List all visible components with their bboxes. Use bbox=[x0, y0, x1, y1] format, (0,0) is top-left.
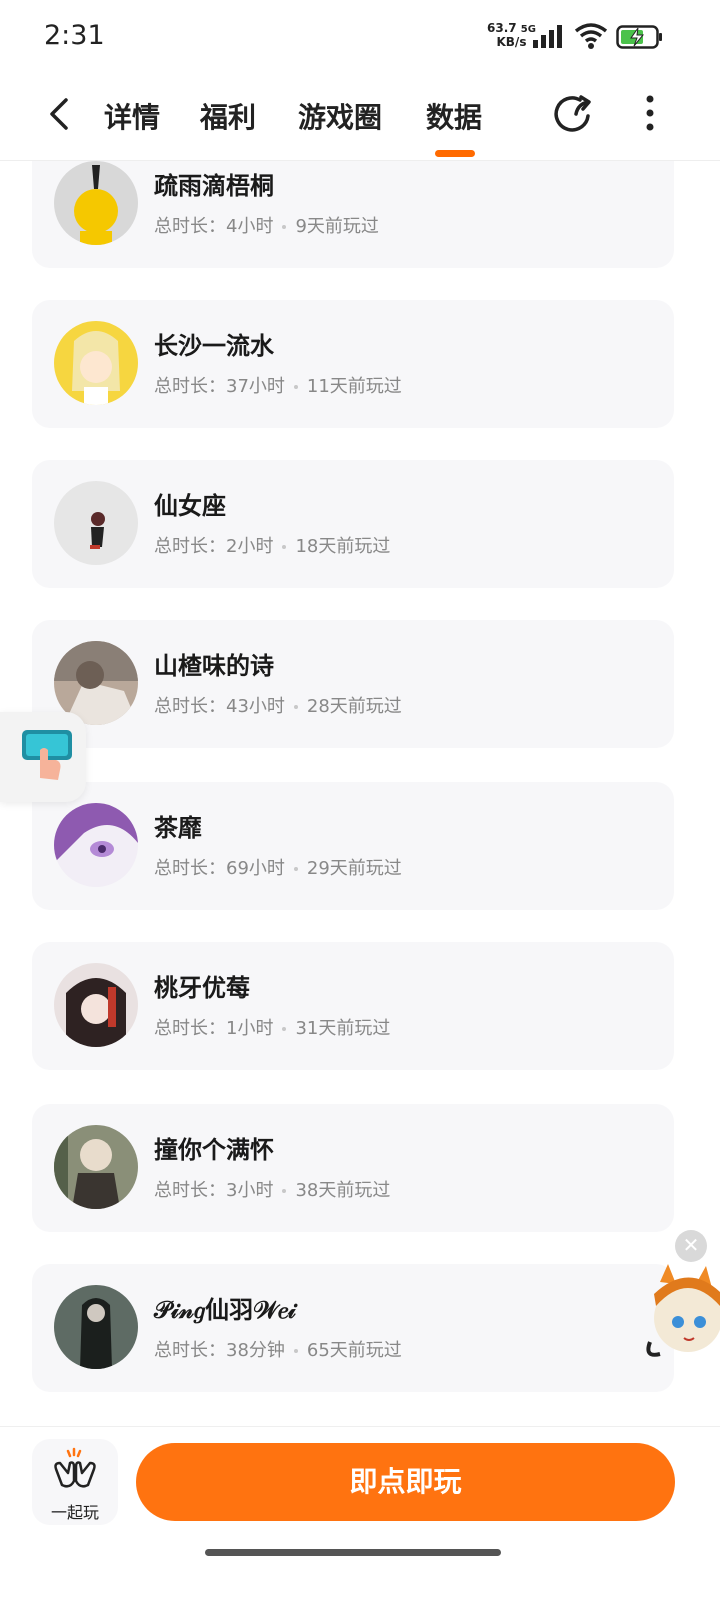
more-options-icon[interactable] bbox=[640, 94, 660, 134]
player-name: 山楂味的诗 bbox=[154, 652, 274, 680]
active-tab-indicator bbox=[435, 150, 475, 157]
avatar bbox=[54, 1285, 138, 1369]
wifi-icon bbox=[574, 23, 608, 49]
player-meta: 总时长：38分钟 65天前玩过 bbox=[154, 1340, 402, 1361]
list-item[interactable]: 茶靡 总时长：69小时 29天前玩过 bbox=[32, 782, 674, 910]
clapping-hands-icon bbox=[54, 1447, 96, 1488]
player-name: 撞你个满怀 bbox=[154, 1136, 274, 1164]
avatar bbox=[54, 803, 138, 887]
avatar bbox=[54, 963, 138, 1047]
avatar bbox=[54, 161, 138, 245]
top-nav: 详情 福利 游戏圈 数据 bbox=[0, 78, 720, 161]
list-item[interactable]: 𝒫𝒾𝓃𝑔仙羽𝒲𝑒𝒾 总时长：38分钟 65天前玩过 bbox=[32, 1264, 674, 1392]
tab-data[interactable]: 数据 bbox=[426, 96, 482, 136]
player-meta: 总时长：2小时 18天前玩过 bbox=[154, 536, 391, 557]
list-item[interactable]: 撞你个满怀 总时长：3小时 38天前玩过 bbox=[32, 1104, 674, 1232]
list-item[interactable]: 仙女座 总时长：2小时 18天前玩过 bbox=[32, 460, 674, 588]
signal-icon bbox=[533, 25, 562, 48]
player-name: 长沙一流水 bbox=[154, 332, 274, 360]
player-meta: 总时长：1小时 31天前玩过 bbox=[154, 1018, 391, 1039]
home-indicator[interactable] bbox=[205, 1549, 501, 1556]
player-meta: 总时长：4小时 9天前玩过 bbox=[154, 216, 379, 237]
play-together-label: 一起玩 bbox=[50, 1503, 99, 1522]
avatar bbox=[54, 1125, 138, 1209]
share-icon[interactable] bbox=[550, 92, 594, 136]
clock: 2:31 bbox=[44, 20, 105, 51]
player-name: 疏雨滴梧桐 bbox=[154, 172, 274, 200]
mascot-widget[interactable] bbox=[640, 1262, 720, 1380]
network-speed: 63.7 5G KB/s bbox=[487, 21, 536, 49]
touch-screen-icon bbox=[22, 730, 72, 780]
player-meta: 总时长：37小时 11天前玩过 bbox=[154, 376, 402, 397]
tab-details[interactable]: 详情 bbox=[104, 96, 160, 136]
battery-charging-icon bbox=[616, 25, 662, 49]
avatar bbox=[54, 481, 138, 565]
status-bar: 2:31 63.7 5G KB/s bbox=[0, 0, 720, 78]
tab-game-circle[interactable]: 游戏圈 bbox=[298, 96, 382, 136]
avatar bbox=[54, 321, 138, 405]
close-mascot-icon[interactable]: ✕ bbox=[675, 1230, 707, 1262]
list-item[interactable]: 长沙一流水 总时长：37小时 11天前玩过 bbox=[32, 300, 674, 428]
player-name: 茶靡 bbox=[154, 814, 202, 842]
bottom-action-bar: 一起玩 即点即玩 bbox=[0, 1426, 720, 1601]
play-together-button[interactable]: 一起玩 bbox=[32, 1439, 118, 1525]
floating-touch-widget[interactable] bbox=[0, 712, 86, 802]
player-name: 𝒫𝒾𝓃𝑔仙羽𝒲𝑒𝒾 bbox=[154, 1296, 296, 1324]
instant-play-button[interactable]: 即点即玩 bbox=[136, 1443, 675, 1521]
player-meta: 总时长：43小时 28天前玩过 bbox=[154, 696, 402, 717]
back-arrow-icon[interactable] bbox=[40, 94, 80, 134]
tab-benefits[interactable]: 福利 bbox=[200, 96, 256, 136]
player-name: 仙女座 bbox=[154, 492, 226, 520]
player-name: 桃牙优莓 bbox=[154, 974, 250, 1002]
player-meta: 总时长：69小时 29天前玩过 bbox=[154, 858, 402, 879]
list-item[interactable]: 山楂味的诗 总时长：43小时 28天前玩过 bbox=[32, 620, 674, 748]
list-item[interactable]: 桃牙优莓 总时长：1小时 31天前玩过 bbox=[32, 942, 674, 1070]
player-meta: 总时长：3小时 38天前玩过 bbox=[154, 1180, 391, 1201]
